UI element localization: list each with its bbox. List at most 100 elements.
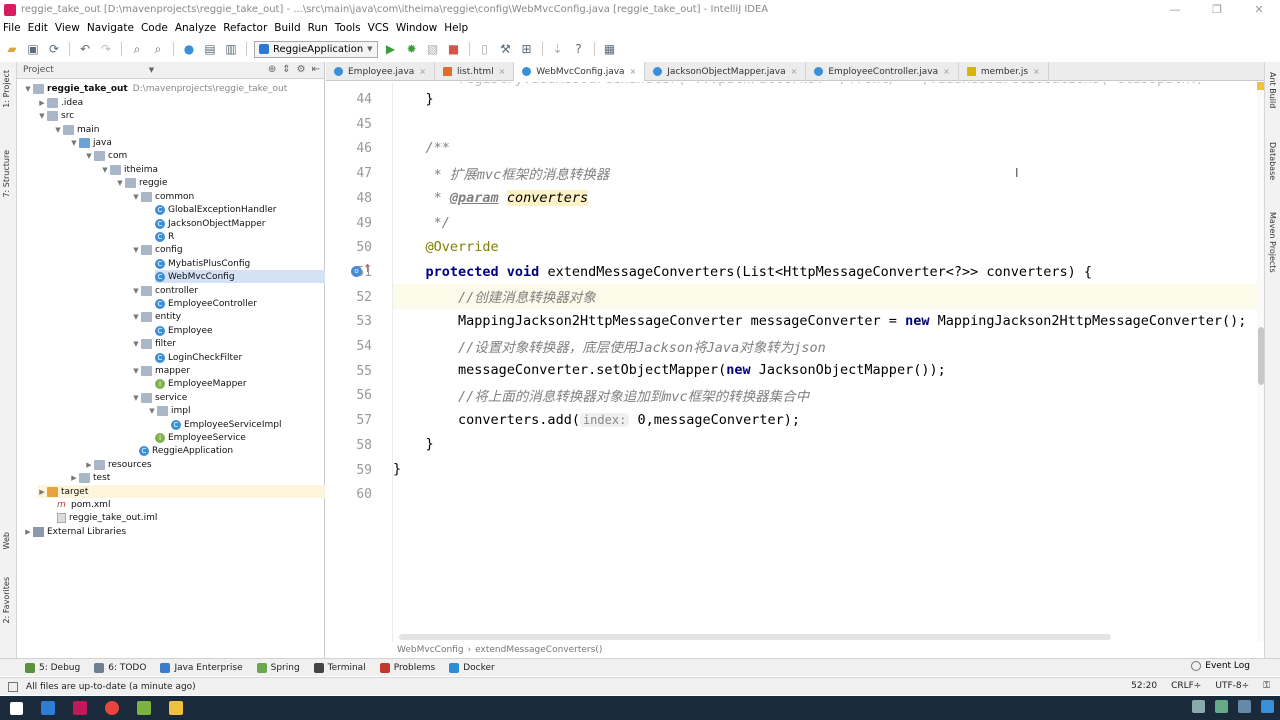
tree-item-external-libraries[interactable]: ▶ External Libraries: [23, 525, 126, 538]
paste-icon[interactable]: ▥: [223, 41, 239, 57]
tree-item-test[interactable]: ▶ test: [69, 471, 110, 484]
menu-vcs[interactable]: VCS: [368, 22, 389, 34]
taskbar-app-chrome[interactable]: [96, 696, 128, 720]
tab-docker[interactable]: Docker: [449, 662, 495, 673]
menu-window[interactable]: Window: [396, 22, 437, 34]
tree-item-logincheckfilter[interactable]: C LoginCheckFilter: [155, 351, 242, 364]
expand-arrow-icon[interactable]: ▶: [84, 461, 94, 469]
copy-icon[interactable]: ▤: [202, 41, 218, 57]
tray-icon[interactable]: [1261, 700, 1274, 713]
warning-marker[interactable]: [1257, 82, 1264, 90]
find-icon[interactable]: ⌕: [129, 41, 145, 57]
tree-item-main[interactable]: ▼ main: [53, 123, 100, 136]
menu-build[interactable]: Build: [274, 22, 300, 34]
tool-windows-icon[interactable]: [8, 681, 18, 692]
menu-code[interactable]: Code: [141, 22, 168, 34]
tree-item-employeeservice[interactable]: I EmployeeService: [155, 431, 246, 444]
expand-arrow-icon[interactable]: ▼: [100, 166, 110, 174]
redo-icon[interactable]: ↷: [98, 41, 114, 57]
event-log-tab[interactable]: Event Log: [1191, 661, 1250, 671]
tree-item-idea[interactable]: ▶ .idea: [37, 96, 83, 109]
tree-item-globalexceptionhandler[interactable]: C GlobalExceptionHandler: [155, 203, 276, 216]
tree-item-employee[interactable]: C Employee: [155, 324, 213, 337]
tree-item-reggie[interactable]: ▼ reggie: [115, 176, 168, 189]
close-button[interactable]: ✕: [1238, 0, 1280, 19]
taskbar-app-intellij[interactable]: [64, 696, 96, 720]
hide-icon[interactable]: ⇤: [312, 64, 320, 75]
tree-item-impl[interactable]: ▼ impl: [147, 404, 190, 417]
undo-icon[interactable]: ↶: [77, 41, 93, 57]
tab-jacksonobjectmapper-java[interactable]: JacksonObjectMapper.java ×: [645, 62, 807, 81]
gear-icon[interactable]: ⚙: [297, 64, 306, 75]
expand-arrow-icon[interactable]: ▶: [37, 488, 47, 496]
close-icon[interactable]: ×: [791, 67, 798, 76]
tree-item-employeemapper[interactable]: I EmployeeMapper: [155, 377, 247, 390]
expand-arrow-icon[interactable]: ▼: [84, 152, 94, 160]
run-configuration-select[interactable]: ReggieApplication ▼: [254, 40, 378, 58]
tree-item-jacksonobjectmapper[interactable]: C JacksonObjectMapper: [155, 217, 265, 230]
database-tool-tab[interactable]: Database: [1268, 142, 1277, 180]
coverage-icon[interactable]: ▧: [425, 41, 441, 57]
tree-item-target[interactable]: ▶ target: [37, 485, 325, 499]
expand-arrow-icon[interactable]: ▼: [131, 340, 141, 348]
tray-icon[interactable]: [1238, 700, 1251, 713]
tree-item-java[interactable]: ▼ java: [69, 136, 112, 149]
tree-item-root[interactable]: ▼ reggie_take_out D:\mavenprojects\reggie_…: [23, 82, 287, 95]
tree-item-filter[interactable]: ▼ filter: [131, 337, 176, 350]
tab-list-html[interactable]: list.html ×: [435, 62, 515, 81]
tree-item-employeecontroller[interactable]: C EmployeeController: [155, 297, 257, 310]
menu-help[interactable]: Help: [444, 22, 468, 34]
start-button[interactable]: [0, 696, 32, 720]
tab-employeecontroller-java[interactable]: EmployeeController.java ×: [806, 62, 959, 81]
tray-icon[interactable]: [1215, 700, 1228, 713]
expand-arrow-icon[interactable]: ▼: [131, 287, 141, 295]
taskbar-app-explorer[interactable]: [32, 696, 64, 720]
tab-webmvcconfig-java[interactable]: WebMvcConfig.java ×: [514, 62, 646, 81]
expand-arrow-icon[interactable]: ▼: [147, 407, 157, 415]
line-separator[interactable]: CRLF÷: [1171, 681, 1201, 691]
tree-item-r[interactable]: CR: [155, 230, 174, 243]
stop-icon[interactable]: ■: [446, 41, 462, 57]
close-icon[interactable]: ×: [1033, 67, 1040, 76]
breadcrumb-class[interactable]: WebMvcConfig: [397, 645, 464, 655]
tray-icon[interactable]: [1192, 700, 1205, 713]
menu-edit[interactable]: Edit: [28, 22, 48, 34]
expand-arrow-icon[interactable]: ▼: [131, 193, 141, 201]
run-icon[interactable]: ▶: [383, 41, 399, 57]
open-folder-icon[interactable]: ▰: [4, 41, 20, 57]
expand-arrow-icon[interactable]: ▶: [37, 99, 47, 107]
tree-item-com[interactable]: ▼ com: [84, 149, 127, 162]
maximize-button[interactable]: ❐: [1196, 0, 1238, 19]
close-icon[interactable]: ×: [499, 67, 506, 76]
code-editor[interactable]: registry.addResourceHandler( ...pathPatt…: [392, 82, 1264, 642]
wrench-icon[interactable]: ⚒: [498, 41, 514, 57]
tree-item-resources[interactable]: ▶ resources: [84, 458, 152, 471]
expand-arrow-icon[interactable]: ▼: [131, 246, 141, 254]
build-icon[interactable]: ▯: [477, 41, 493, 57]
vcs-icon[interactable]: ⇣: [550, 41, 566, 57]
editor-scrollbar[interactable]: [1257, 82, 1264, 642]
taskbar-app-folder[interactable]: [160, 696, 192, 720]
expand-arrow-icon[interactable]: ▼: [131, 313, 141, 321]
breadcrumb-method[interactable]: extendMessageConverters(): [475, 645, 602, 655]
tree-item-controller[interactable]: ▼ controller: [131, 284, 198, 297]
menu-tools[interactable]: Tools: [335, 22, 361, 34]
tree-item-webmvcconfig[interactable]: C WebMvcConfig: [155, 270, 325, 284]
structure-icon[interactable]: ⊞: [519, 41, 535, 57]
taskbar-app-android[interactable]: [128, 696, 160, 720]
web-tool-tab[interactable]: Web: [2, 532, 11, 549]
expand-arrow-icon[interactable]: ▼: [37, 112, 47, 120]
menu-run[interactable]: Run: [308, 22, 328, 34]
expand-arrow-icon[interactable]: ▼: [131, 367, 141, 375]
file-encoding[interactable]: UTF-8÷: [1215, 681, 1249, 691]
help-icon[interactable]: ?: [571, 41, 587, 57]
favorites-tool-tab[interactable]: 2: Favorites: [2, 577, 11, 623]
tree-item-reggieapplication[interactable]: C ReggieApplication: [139, 444, 233, 457]
presentation-icon[interactable]: ▦: [602, 41, 618, 57]
tree-item-employeeserviceimpl[interactable]: C EmployeeServiceImpl: [171, 418, 281, 431]
expand-arrow-icon[interactable]: ▶: [23, 528, 33, 536]
tab-terminal[interactable]: Terminal: [313, 662, 366, 673]
tab-todo[interactable]: 6: TODO: [94, 662, 146, 673]
tree-item-entity[interactable]: ▼ entity: [131, 310, 181, 323]
class-icon[interactable]: ●: [181, 41, 197, 57]
